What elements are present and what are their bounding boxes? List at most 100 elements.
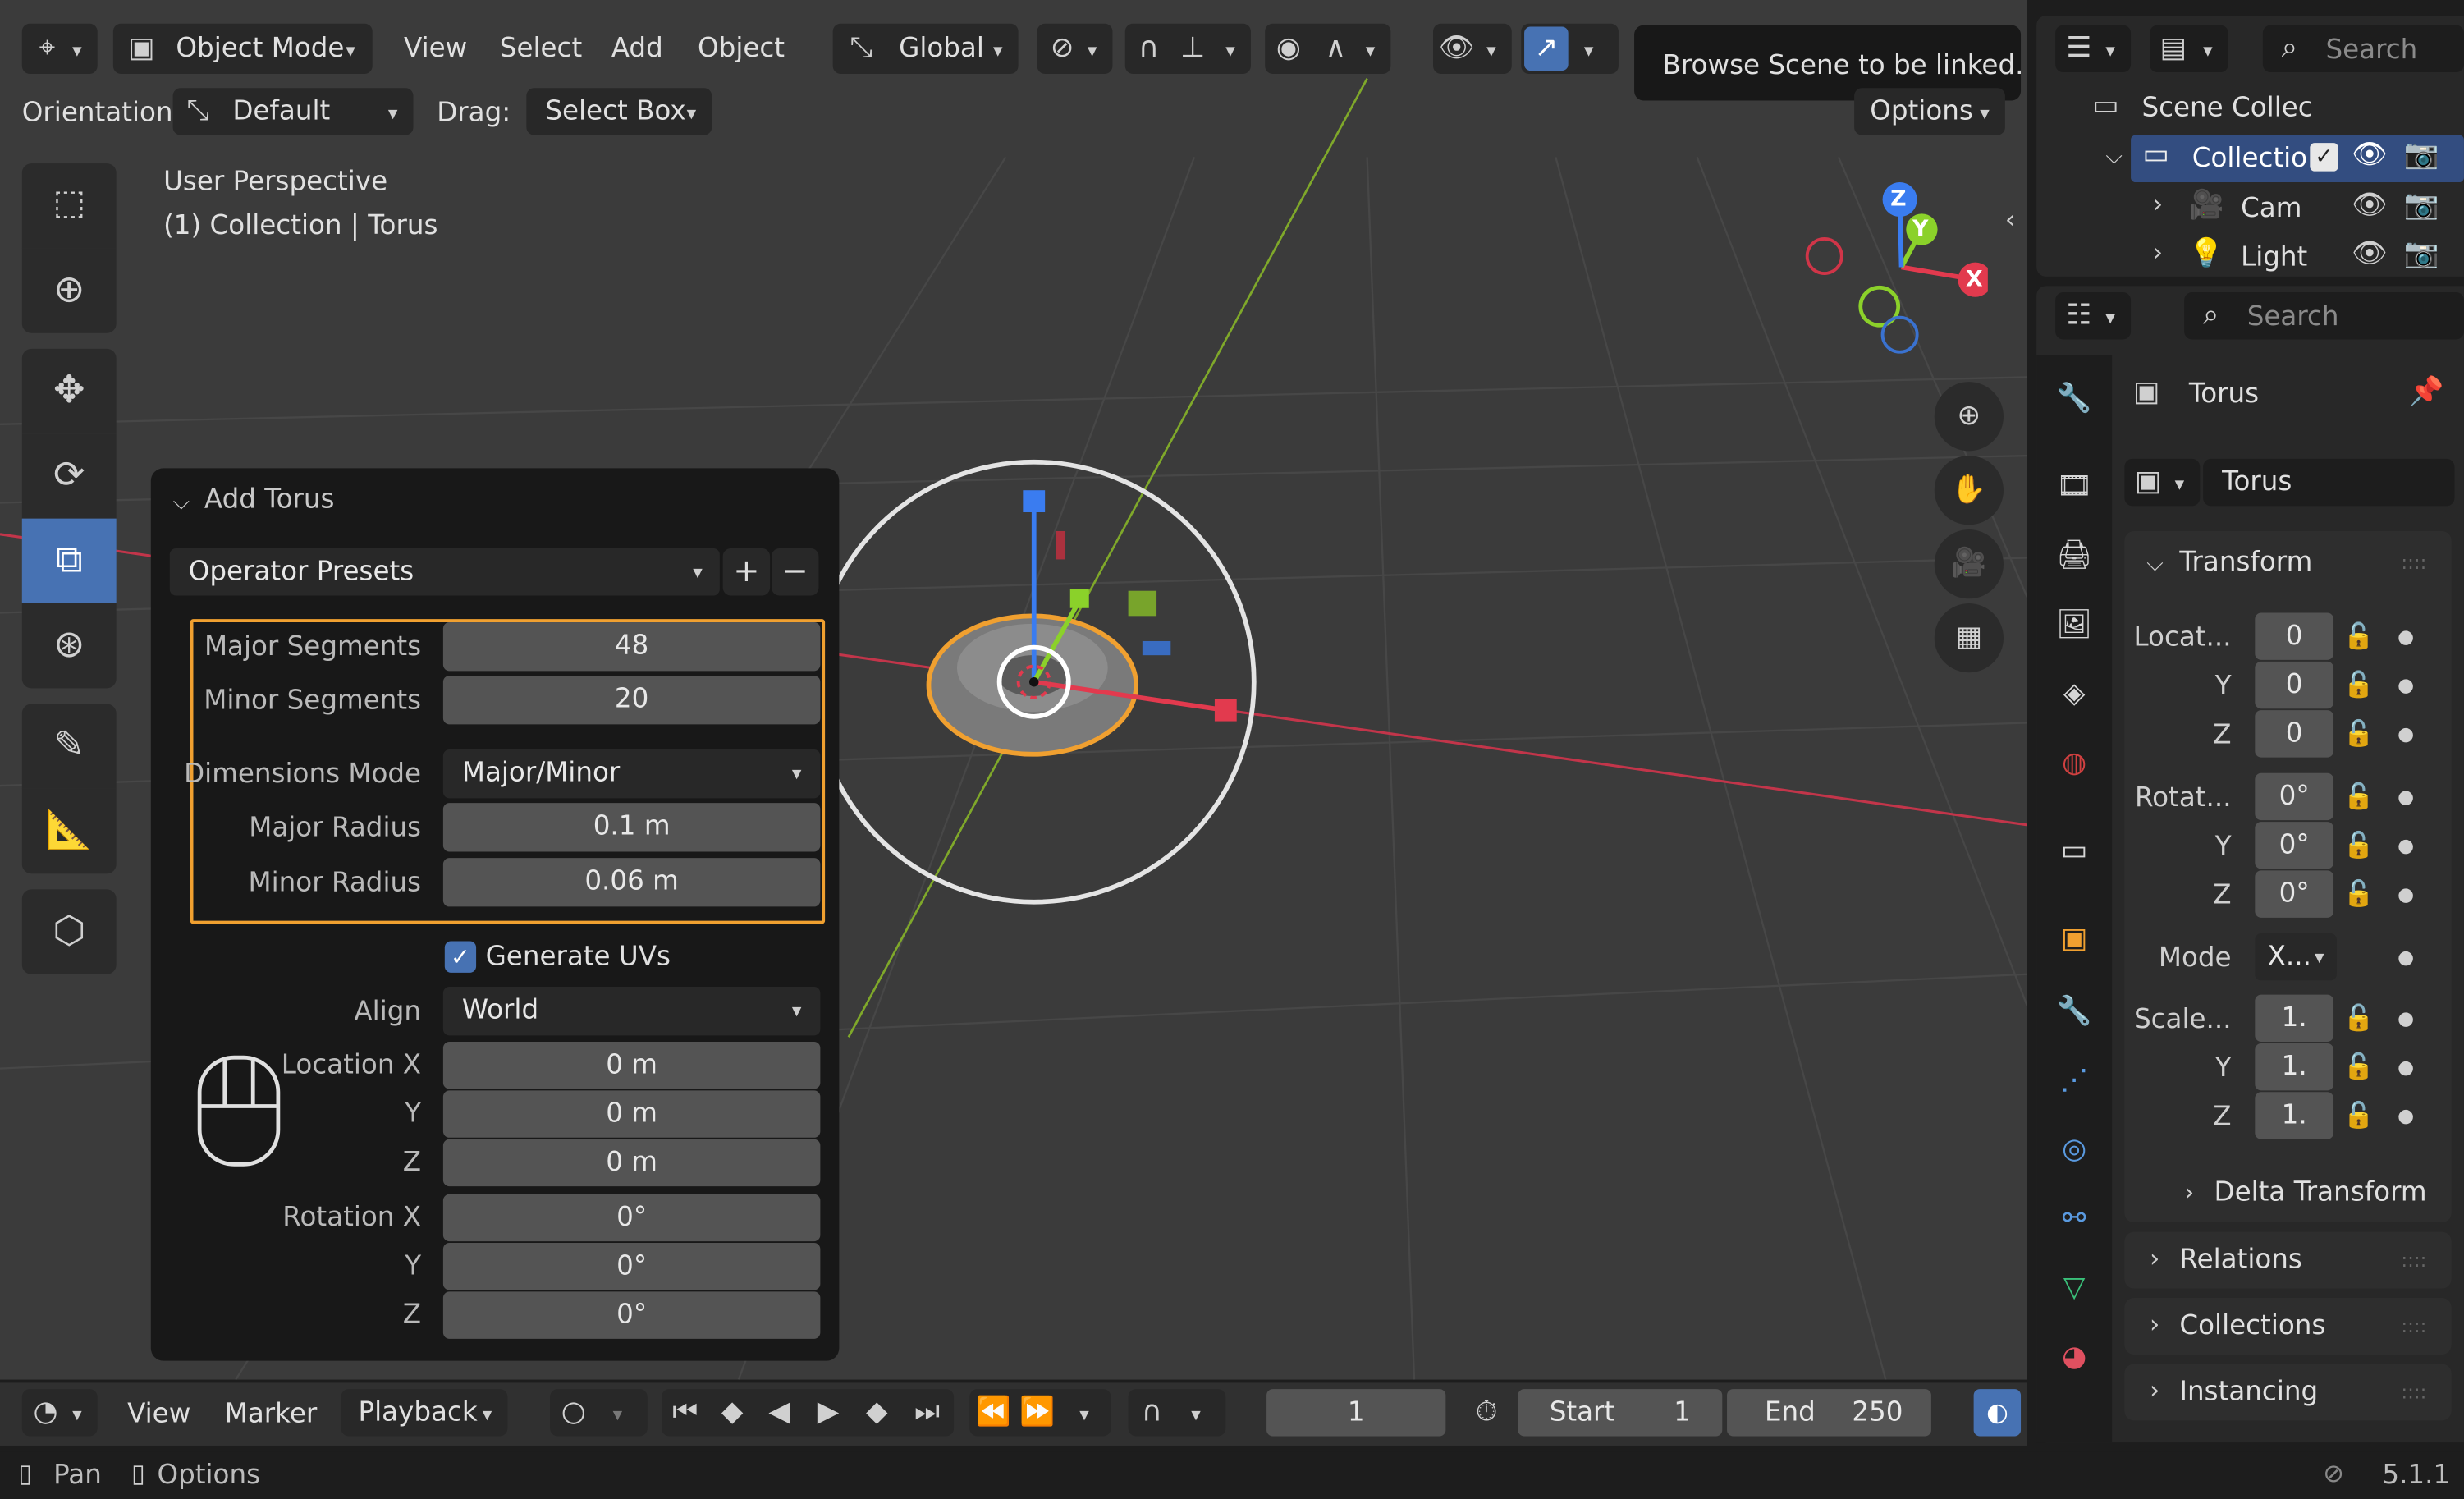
- pan-view-button[interactable]: ✋: [1934, 456, 2004, 525]
- lock-icon[interactable]: 🔓: [2342, 997, 2376, 1041]
- prev-frame-icon[interactable]: ⏪: [973, 1391, 1014, 1435]
- playback-dropdown[interactable]: Playback ▾: [341, 1389, 508, 1437]
- expand-chevron-icon[interactable]: ›: [2184, 1177, 2194, 1207]
- rotation-y-field[interactable]: 0°: [2255, 822, 2334, 869]
- scale-x-field[interactable]: 1.: [2255, 994, 2334, 1043]
- output-tab-icon[interactable]: 🖨: [2052, 534, 2096, 579]
- constraints-tab-icon[interactable]: ⚯: [2052, 1198, 2096, 1242]
- collection-tab-icon[interactable]: ▭: [2052, 830, 2096, 874]
- render-tab-icon[interactable]: 🎞: [2052, 465, 2096, 510]
- orientation-setting-dropdown[interactable]: ⤡ Default ▾: [172, 88, 414, 135]
- object-datablock-selector[interactable]: ▣ ▾: [2124, 458, 2201, 507]
- tool-measure[interactable]: 📐: [21, 788, 117, 874]
- scale-z-field[interactable]: 1.: [2255, 1092, 2334, 1139]
- drag-handle-icon[interactable]: ::::: [2401, 547, 2426, 578]
- rotation-x-field[interactable]: 0°: [2255, 772, 2334, 821]
- operator-title[interactable]: Add Torus: [204, 484, 335, 516]
- keyframe-dot-icon[interactable]: ●: [2388, 614, 2423, 658]
- collection-checkbox[interactable]: ✓: [2310, 143, 2338, 172]
- location-z-field[interactable]: 0: [2255, 710, 2334, 758]
- next-keyframe-icon[interactable]: ◆: [856, 1391, 897, 1435]
- light-camera-icon[interactable]: 📷: [2399, 232, 2443, 277]
- data-tab-icon[interactable]: ▽: [2052, 1267, 2096, 1311]
- rotation-z-field[interactable]: 0°: [442, 1291, 821, 1339]
- world-tab-icon[interactable]: ◍: [2052, 741, 2096, 786]
- lock-icon[interactable]: 🔓: [2342, 1045, 2376, 1089]
- properties-search[interactable]: ⌕ Search: [2184, 292, 2464, 340]
- lock-icon[interactable]: 🔓: [2342, 872, 2376, 916]
- location-x-field[interactable]: 0: [2255, 612, 2334, 660]
- rotation-x-field[interactable]: 0°: [442, 1194, 821, 1242]
- scene-tab-icon[interactable]: ◈: [2052, 672, 2096, 717]
- dimensions-mode-dropdown[interactable]: Major/Minor ▾: [442, 750, 821, 799]
- start-frame-field[interactable]: Start 1: [1518, 1389, 1723, 1437]
- minor-segments-field[interactable]: 20: [442, 676, 821, 725]
- outliner-item-light[interactable]: Light: [2241, 242, 2307, 273]
- zoom-view-button[interactable]: ⊕: [1934, 382, 2004, 452]
- collection-eye-icon[interactable]: 👁: [2347, 134, 2392, 178]
- object-tab-icon[interactable]: ▣: [2052, 918, 2096, 962]
- stopwatch-icon[interactable]: ⏱: [1464, 1391, 1509, 1435]
- location-y-field[interactable]: 0 m: [442, 1090, 821, 1138]
- rotation-y-field[interactable]: 0°: [442, 1243, 821, 1290]
- modifier-tab-icon[interactable]: 🔧: [2052, 990, 2096, 1034]
- mode-dropdown[interactable]: ▣ Object Mode ▾: [112, 23, 373, 74]
- operator-presets-dropdown[interactable]: Operator Presets ▾: [169, 548, 720, 596]
- jump-start-icon[interactable]: ⏮: [665, 1391, 706, 1435]
- play-reverse-icon[interactable]: ◀: [759, 1391, 800, 1435]
- pivot-point-dropdown[interactable]: ⊘ ▾: [1037, 23, 1113, 74]
- rotation-z-field[interactable]: 0°: [2255, 870, 2334, 918]
- sidebar-toggle-icon[interactable]: ‹: [2005, 204, 2015, 234]
- lock-icon[interactable]: 🔓: [2342, 823, 2376, 868]
- snap-group[interactable]: ∩ ⊥ ▾: [1124, 23, 1251, 74]
- align-dropdown[interactable]: World ▾: [442, 987, 821, 1036]
- delta-transform-subpanel[interactable]: Delta Transform: [2214, 1177, 2427, 1208]
- visibility-dropdown[interactable]: 👁 ▾: [1433, 23, 1512, 74]
- keyframe-dot-icon[interactable]: ●: [2388, 663, 2423, 708]
- keyframe-dot-icon[interactable]: ●: [2388, 997, 2423, 1041]
- remove-preset-button[interactable]: −: [772, 548, 819, 596]
- scale-y-field[interactable]: 1.: [2255, 1043, 2334, 1091]
- tool-tab-icon[interactable]: 🔧: [2052, 377, 2096, 421]
- major-segments-field[interactable]: 48: [442, 621, 821, 672]
- outliner-display-mode[interactable]: ▤ ▾: [2150, 25, 2228, 73]
- collection-camera-icon[interactable]: 📷: [2399, 134, 2443, 178]
- timeline-snap[interactable]: ∩ ▾: [1128, 1389, 1226, 1437]
- timeline-menu-view[interactable]: View: [127, 1399, 190, 1430]
- cam-eye-icon[interactable]: 👁: [2347, 184, 2392, 228]
- timeline-menu-marker[interactable]: Marker: [225, 1399, 318, 1430]
- light-eye-icon[interactable]: 👁: [2347, 232, 2392, 277]
- tool-transform[interactable]: ⊛: [21, 603, 117, 689]
- tool-scale[interactable]: ⧉: [21, 518, 117, 604]
- keyframe-dot-icon[interactable]: ●: [2388, 935, 2423, 979]
- prev-keyframe-icon[interactable]: ◆: [712, 1391, 753, 1435]
- next-frame-icon[interactable]: ⏩: [1017, 1391, 1058, 1435]
- cam-camera-icon[interactable]: 📷: [2399, 184, 2443, 228]
- outliner-editor-type[interactable]: ☰ ▾: [2055, 25, 2132, 73]
- location-y-field[interactable]: 0: [2255, 661, 2334, 709]
- menu-view[interactable]: View: [404, 33, 467, 64]
- drag-handle-icon[interactable]: ::::: [2401, 1377, 2426, 1408]
- end-frame-field[interactable]: End 250: [1727, 1389, 1931, 1437]
- ortho-toggle-button[interactable]: ▦: [1934, 603, 2004, 673]
- transform-title[interactable]: Transform: [2179, 547, 2312, 578]
- lock-icon[interactable]: 🔓: [2342, 775, 2376, 819]
- outliner-item-cam[interactable]: Cam: [2241, 193, 2301, 224]
- location-x-field[interactable]: 0 m: [442, 1042, 821, 1089]
- drag-dropdown[interactable]: Select Box ▾: [526, 88, 712, 135]
- properties-editor-type[interactable]: ☷ ▾: [2055, 292, 2132, 340]
- major-radius-field[interactable]: 0.1 m: [442, 803, 821, 852]
- lock-icon[interactable]: 🔓: [2342, 663, 2376, 708]
- keyframe-dot-icon[interactable]: ●: [2388, 823, 2423, 868]
- camera-view-button[interactable]: 🎥: [1934, 529, 2004, 599]
- keyframe-dot-icon[interactable]: ●: [2388, 1045, 2423, 1089]
- keyframe-dot-icon[interactable]: ●: [2388, 775, 2423, 819]
- keyframe-dot-icon[interactable]: ●: [2388, 712, 2423, 756]
- physics-tab-icon[interactable]: ◎: [2052, 1128, 2096, 1172]
- tool-move[interactable]: ✥: [21, 348, 117, 434]
- minor-radius-field[interactable]: 0.06 m: [442, 858, 821, 907]
- transform-orientation-dropdown[interactable]: ⤡ Global ▾: [832, 23, 1019, 74]
- keyframe-dot-icon[interactable]: ●: [2388, 1093, 2423, 1138]
- rotation-mode-dropdown[interactable]: X... ▾: [2255, 933, 2337, 981]
- outliner-search[interactable]: ⌕ Search: [2262, 25, 2464, 73]
